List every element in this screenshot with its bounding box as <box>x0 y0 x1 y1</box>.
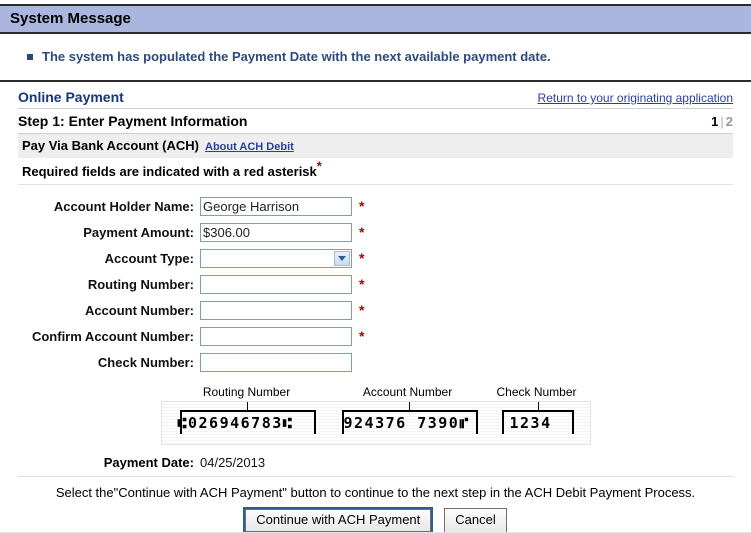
field-row-account-number: Account Number: * <box>18 297 733 323</box>
label-routing-number: Routing Number: <box>87 276 194 292</box>
required-asterisk-account-holder-name: * <box>359 198 365 214</box>
system-message-panel: System Message The system has populated … <box>0 4 751 82</box>
required-asterisk-icon: * <box>316 158 322 174</box>
label-account-type: Account Type: <box>104 250 194 266</box>
check-diagram-block: Routing Number Account Number Check Numb… <box>160 385 591 445</box>
label-check-number: Check Number: <box>97 354 194 370</box>
check-number-input[interactable] <box>200 352 352 372</box>
square-bullet-icon <box>27 54 33 60</box>
label-account-number: Account Number: <box>84 302 194 318</box>
chevron-down-icon[interactable] <box>334 250 350 266</box>
field-row-account-holder-name: Account Holder Name: * <box>18 193 733 219</box>
return-to-originating-application-link[interactable]: Return to your originating application <box>538 91 733 105</box>
label-account-holder-name: Account Holder Name: <box>53 198 194 214</box>
required-asterisk-payment-amount: * <box>359 224 365 240</box>
caption-account-number: Account Number <box>362 385 453 399</box>
page-title-row: Online Payment Return to your originatin… <box>18 85 733 109</box>
cancel-button[interactable]: Cancel <box>444 508 507 533</box>
field-row-check-number: Check Number: * <box>18 349 733 375</box>
no-asterisk-check-number: * <box>352 354 373 370</box>
field-row-payment-amount: Payment Amount: * <box>18 219 733 245</box>
required-note-text: Required fields are indicated with a red… <box>22 164 317 179</box>
routing-number-input[interactable] <box>200 274 352 294</box>
form-footer: Select the"Continue with ACH Payment" bu… <box>18 477 733 533</box>
step-title: Step 1: Enter Payment Information <box>18 113 248 129</box>
system-message-item: The system has populated the Payment Dat… <box>27 49 741 64</box>
button-row: Continue with ACH Payment Cancel <box>18 507 733 533</box>
required-asterisk-confirm-account-number: * <box>359 328 365 344</box>
band-label: Pay Via Bank Account (ACH) <box>22 138 199 153</box>
system-message-body: The system has populated the Payment Dat… <box>0 34 751 80</box>
label-confirm-account-number: Confirm Account Number: <box>31 328 194 344</box>
account-holder-name-input[interactable] <box>200 196 352 216</box>
field-row-routing-number: Routing Number: * <box>18 271 733 297</box>
required-fields-note: Required fields are indicated with a red… <box>18 158 733 185</box>
payment-date-row: Payment Date: 04/25/2013 <box>18 455 733 477</box>
micr-routing-number: ⑆026946783⑆ <box>177 414 294 432</box>
form-block: Account Holder Name: * Payment Amount: *… <box>18 193 733 533</box>
required-asterisk-routing-number: * <box>359 276 365 292</box>
micr-account-number: 924376 7390⑈ <box>343 414 470 432</box>
header-block: Online Payment Return to your originatin… <box>18 85 733 134</box>
confirm-account-number-input[interactable] <box>200 326 352 346</box>
label-payment-date: Payment Date: <box>103 455 194 470</box>
check-diagram-captions: Routing Number Account Number Check Numb… <box>161 385 591 401</box>
required-asterisk-account-number: * <box>359 302 365 318</box>
pager-step-2[interactable]: 2 <box>726 114 733 129</box>
payment-amount-input[interactable] <box>200 222 352 242</box>
check-image: ⑆026946783⑆ 924376 7390⑈ 1234 <box>160 401 591 445</box>
account-type-select[interactable] <box>200 248 352 268</box>
step-title-row: Step 1: Enter Payment Information 1 | 2 <box>18 109 733 134</box>
payment-content: Online Payment Return to your originatin… <box>0 85 751 533</box>
micr-check-number: 1234 <box>509 414 552 432</box>
label-payment-amount: Payment Amount: <box>83 224 194 240</box>
payment-form: Account Holder Name: * Payment Amount: *… <box>18 193 733 375</box>
field-row-account-type: Account Type: * <box>18 245 733 271</box>
page-title: Online Payment <box>18 89 124 105</box>
online-payment-page: System Message The system has populated … <box>0 0 751 533</box>
pay-via-bank-account-band: Pay Via Bank Account (ACH) About ACH Deb… <box>18 134 733 158</box>
required-asterisk-account-type: * <box>359 250 365 266</box>
caption-check-number: Check Number <box>496 385 577 399</box>
system-message-title: System Message <box>0 6 751 34</box>
step-pager: 1 | 2 <box>711 114 733 129</box>
field-row-confirm-account-number: Confirm Account Number: * <box>18 323 733 349</box>
footer-instruction: Select the"Continue with ACH Payment" bu… <box>55 485 696 500</box>
system-message-text: The system has populated the Payment Dat… <box>42 49 551 64</box>
pager-separator: | <box>720 114 724 129</box>
continue-with-ach-payment-button[interactable]: Continue with ACH Payment <box>243 507 434 533</box>
caption-routing-number: Routing Number <box>202 385 291 399</box>
about-ach-debit-link[interactable]: About ACH Debit <box>205 141 294 153</box>
check-diagram: Routing Number Account Number Check Numb… <box>18 385 733 445</box>
account-number-input[interactable] <box>200 300 352 320</box>
payment-date-value: 04/25/2013 <box>200 455 266 470</box>
